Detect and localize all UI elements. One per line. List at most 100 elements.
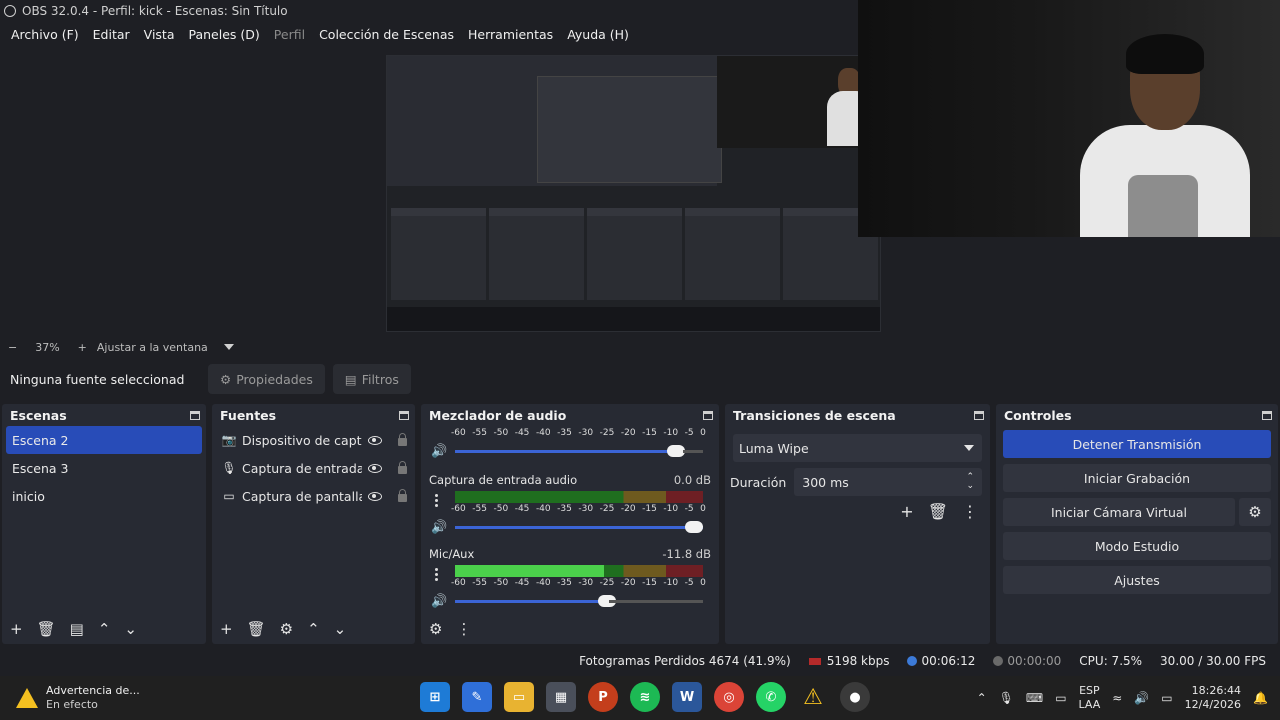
add-icon[interactable]: + [10, 620, 23, 638]
chrome-icon[interactable]: ◎ [714, 682, 744, 712]
undock-icon[interactable] [399, 410, 409, 420]
zoom-in-button[interactable]: + [78, 341, 87, 354]
duration-field[interactable]: 300 ms ⌃ ⌄ [794, 468, 982, 496]
trash-icon[interactable]: 🗑 [37, 620, 56, 638]
add-icon[interactable]: + [900, 502, 913, 521]
more-options-icon[interactable] [435, 568, 438, 581]
gear-icon[interactable]: ⚙ [280, 620, 293, 638]
eye-icon[interactable] [368, 435, 382, 445]
lock-icon[interactable] [398, 433, 407, 446]
weather-warning-widget[interactable]: Advertencia de... En efecto [0, 684, 300, 712]
menu-vista[interactable]: Vista [137, 27, 182, 42]
meter-tick: -50 [493, 504, 509, 514]
meter-tick: -45 [514, 428, 530, 438]
source-item[interactable]: ▭ Captura de pantalla [212, 482, 415, 510]
menu-archivo[interactable]: Archivo (F) [4, 27, 86, 42]
undock-icon[interactable] [703, 410, 713, 420]
whatsapp-icon[interactable]: ✆ [756, 682, 786, 712]
program-preview[interactable] [386, 55, 881, 332]
scene-item[interactable]: Escena 2 [6, 426, 202, 454]
zoom-fit-label[interactable]: Ajustar a la ventana [97, 341, 208, 354]
menu-editar[interactable]: Editar [86, 27, 137, 42]
microphone-icon[interactable]: 🎙 [999, 691, 1014, 705]
properties-button[interactable]: ⚙ Propiedades [208, 364, 325, 394]
speaker-icon[interactable]: 🔊 [431, 444, 447, 459]
scene-item[interactable]: Escena 3 [2, 454, 206, 482]
channel-name: Captura de entrada audio [429, 473, 578, 487]
start-virtual-cam-button[interactable]: Iniciar Cámara Virtual [1003, 498, 1235, 526]
language-indicator[interactable]: ESP LAA [1079, 684, 1101, 712]
word-icon[interactable]: W [672, 682, 702, 712]
zoom-level: 37% [35, 340, 60, 354]
chevron-up-icon[interactable]: ⌃ [98, 620, 111, 638]
keyboard-icon[interactable]: ⌨ [1026, 691, 1043, 705]
undock-icon[interactable] [1262, 410, 1272, 420]
transition-select[interactable]: Luma Wipe [733, 434, 982, 462]
wifi-icon[interactable]: ≈ [1112, 691, 1122, 705]
clock[interactable]: 18:26:44 12/4/2026 [1185, 684, 1241, 712]
menu-herramientas[interactable]: Herramientas [461, 27, 560, 42]
volume-slider[interactable] [455, 445, 703, 457]
filter-icon[interactable]: ▤ [70, 620, 84, 638]
chevron-down-icon[interactable]: ⌄ [334, 620, 347, 638]
volume-slider[interactable] [455, 521, 703, 533]
zoom-out-button[interactable]: − [8, 341, 17, 354]
trash-icon[interactable]: 🗑 [247, 620, 266, 638]
obs-icon[interactable]: ● [840, 682, 870, 712]
eye-icon[interactable] [368, 491, 382, 501]
title-bar: OBS 32.0.4 - Perfil: kick - Escenas: Sin… [0, 0, 860, 22]
stepper-icon[interactable]: ⌃ ⌄ [966, 473, 974, 491]
powerpoint-icon[interactable]: P [588, 682, 618, 712]
source-item[interactable]: 📷 Dispositivo de captura [212, 426, 415, 454]
eye-icon[interactable] [368, 463, 382, 473]
meter-tick: -60 [451, 428, 466, 438]
chevron-up-icon[interactable]: ⌃ [307, 620, 320, 638]
window-title: OBS 32.0.4 - Perfil: kick - Escenas: Sin… [22, 4, 288, 18]
start-recording-button[interactable]: Iniciar Grabación [1003, 464, 1271, 492]
undock-icon[interactable] [190, 410, 200, 420]
spotify-icon[interactable]: ≋ [630, 682, 660, 712]
lock-icon[interactable] [398, 489, 407, 502]
undock-icon[interactable] [974, 410, 984, 420]
speaker-icon[interactable]: 🔊 [431, 594, 447, 609]
volume-icon[interactable]: 🔊 [1134, 691, 1149, 705]
scene-item[interactable]: inicio [2, 482, 206, 510]
stop-stream-button[interactable]: Detener Transmisión [1003, 430, 1271, 458]
chevron-down-icon[interactable]: ⌄ [124, 620, 137, 638]
file-explorer-icon[interactable]: ▭ [504, 682, 534, 712]
notification-icon[interactable]: 🔔 [1253, 691, 1268, 705]
menu-paneles[interactable]: Paneles (D) [182, 27, 267, 42]
speaker-icon[interactable]: 🔊 [431, 520, 447, 535]
add-icon[interactable]: + [220, 620, 233, 638]
meter-tick: -15 [642, 428, 657, 438]
scenes-header: Escenas [2, 404, 206, 426]
display-icon[interactable]: ▭ [1055, 691, 1066, 705]
more-options-icon[interactable] [435, 494, 438, 507]
fps: 30.00 / 30.00 FPS [1160, 654, 1266, 668]
gear-icon[interactable]: ⚙ [1239, 498, 1271, 526]
studio-mode-button[interactable]: Modo Estudio [1003, 532, 1271, 560]
source-item[interactable]: 🎙 Captura de entrada a [212, 454, 415, 482]
battery-icon[interactable]: ▭ [1161, 691, 1172, 705]
snipping-tool-icon[interactable]: ✎ [462, 682, 492, 712]
trash-icon[interactable]: 🗑 [928, 502, 948, 521]
meter-tick: -40 [535, 504, 551, 514]
calculator-icon[interactable]: ▦ [546, 682, 576, 712]
volume-slider[interactable] [455, 595, 703, 607]
monitor-icon: ▭ [223, 489, 235, 503]
more-options-icon[interactable]: ⋮ [962, 502, 978, 521]
settings-button[interactable]: Ajustes [1003, 566, 1271, 594]
zoom-dropdown-icon[interactable] [223, 344, 234, 350]
chevron-up-icon[interactable]: ⌃ [977, 691, 987, 705]
meter-tick: -35 [557, 428, 572, 438]
menu-ayuda[interactable]: Ayuda (H) [560, 27, 636, 42]
filters-button[interactable]: ▤ Filtros [332, 364, 411, 394]
lock-icon[interactable] [398, 461, 407, 474]
menu-coleccion-escenas[interactable]: Colección de Escenas [312, 27, 461, 42]
warning-app-icon[interactable]: ⚠ [798, 682, 828, 712]
advanced-audio-icon[interactable]: ⚙ [429, 620, 442, 638]
more-options-icon[interactable]: ⋮ [456, 620, 471, 638]
windows-start-icon[interactable]: ⊞ [420, 682, 450, 712]
status-bar: Fotogramas Perdidos 4674 (41.9%) 5198 kb… [0, 650, 1280, 672]
preview-nested-docks [391, 208, 878, 300]
